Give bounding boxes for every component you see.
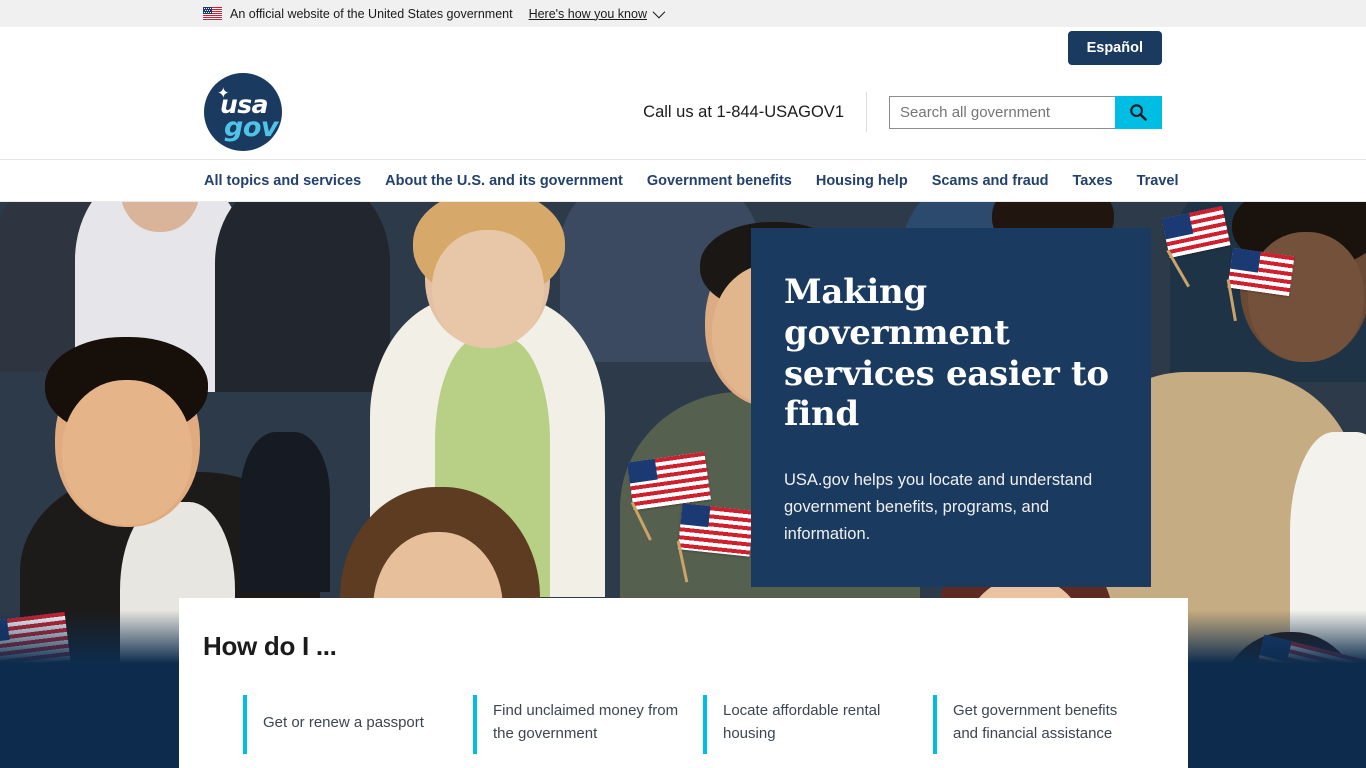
espanol-language-button[interactable]: Español [1067,31,1162,65]
how-do-i-link[interactable]: Get government benefits and financial as… [953,699,1141,746]
how-do-i-link[interactable]: Get or renew a passport [263,711,424,734]
how-do-i-item-government-benefits[interactable]: Get government benefits and financial as… [933,695,1163,754]
site-header: Español ✦ usa gov Call us at 1-844-USAGO… [0,27,1366,160]
phone-number-text: Call us at 1-844-USAGOV1 [643,102,844,121]
primary-navigation: All topics and services About the U.S. a… [0,160,1366,202]
heres-how-you-know-link[interactable]: Here's how you know [529,7,647,21]
official-government-banner: An official website of the United States… [0,0,1366,27]
banner-text: An official website of the United States… [230,6,513,21]
nav-item-all-topics-and-services[interactable]: All topics and services [204,173,361,189]
search-submit-button[interactable] [1115,95,1162,129]
nav-item-travel[interactable]: Travel [1137,173,1179,189]
hero-subtitle: USA.gov helps you locate and understand … [784,471,1093,543]
search-input[interactable] [889,95,1115,129]
how-do-i-item-rental-housing[interactable]: Locate affordable rental housing [703,695,933,754]
how-do-i-item-passport[interactable]: Get or renew a passport [243,695,473,754]
nav-item-taxes[interactable]: Taxes [1073,173,1113,189]
hero-section: Making government services easier to fin… [0,202,1366,768]
hero-text-panel: Making government services easier to fin… [751,228,1151,588]
logo-gov-text: gov [224,112,278,143]
search-form [889,95,1162,129]
chevron-down-icon[interactable] [652,5,666,19]
how-do-i-card: How do I ... Get or renew a passport Fin… [179,598,1188,768]
nav-item-scams-and-fraud[interactable]: Scams and fraud [932,173,1049,189]
us-flag-icon [203,7,222,20]
how-do-i-item-unclaimed-money[interactable]: Find unclaimed money from the government [473,695,703,754]
hero-title: Making government services easier to fin… [784,272,1109,435]
nav-item-about-the-us-and-its-government[interactable]: About the U.S. and its government [385,173,623,189]
usagov-logo[interactable]: ✦ usa gov [204,73,282,151]
how-do-i-heading: How do I ... [203,631,337,661]
how-do-i-link[interactable]: Locate affordable rental housing [723,699,911,746]
search-icon [1130,103,1147,121]
header-divider [866,92,867,132]
nav-item-housing-help[interactable]: Housing help [816,173,908,189]
how-do-i-link[interactable]: Find unclaimed money from the government [493,699,681,746]
nav-item-government-benefits[interactable]: Government benefits [647,173,792,189]
